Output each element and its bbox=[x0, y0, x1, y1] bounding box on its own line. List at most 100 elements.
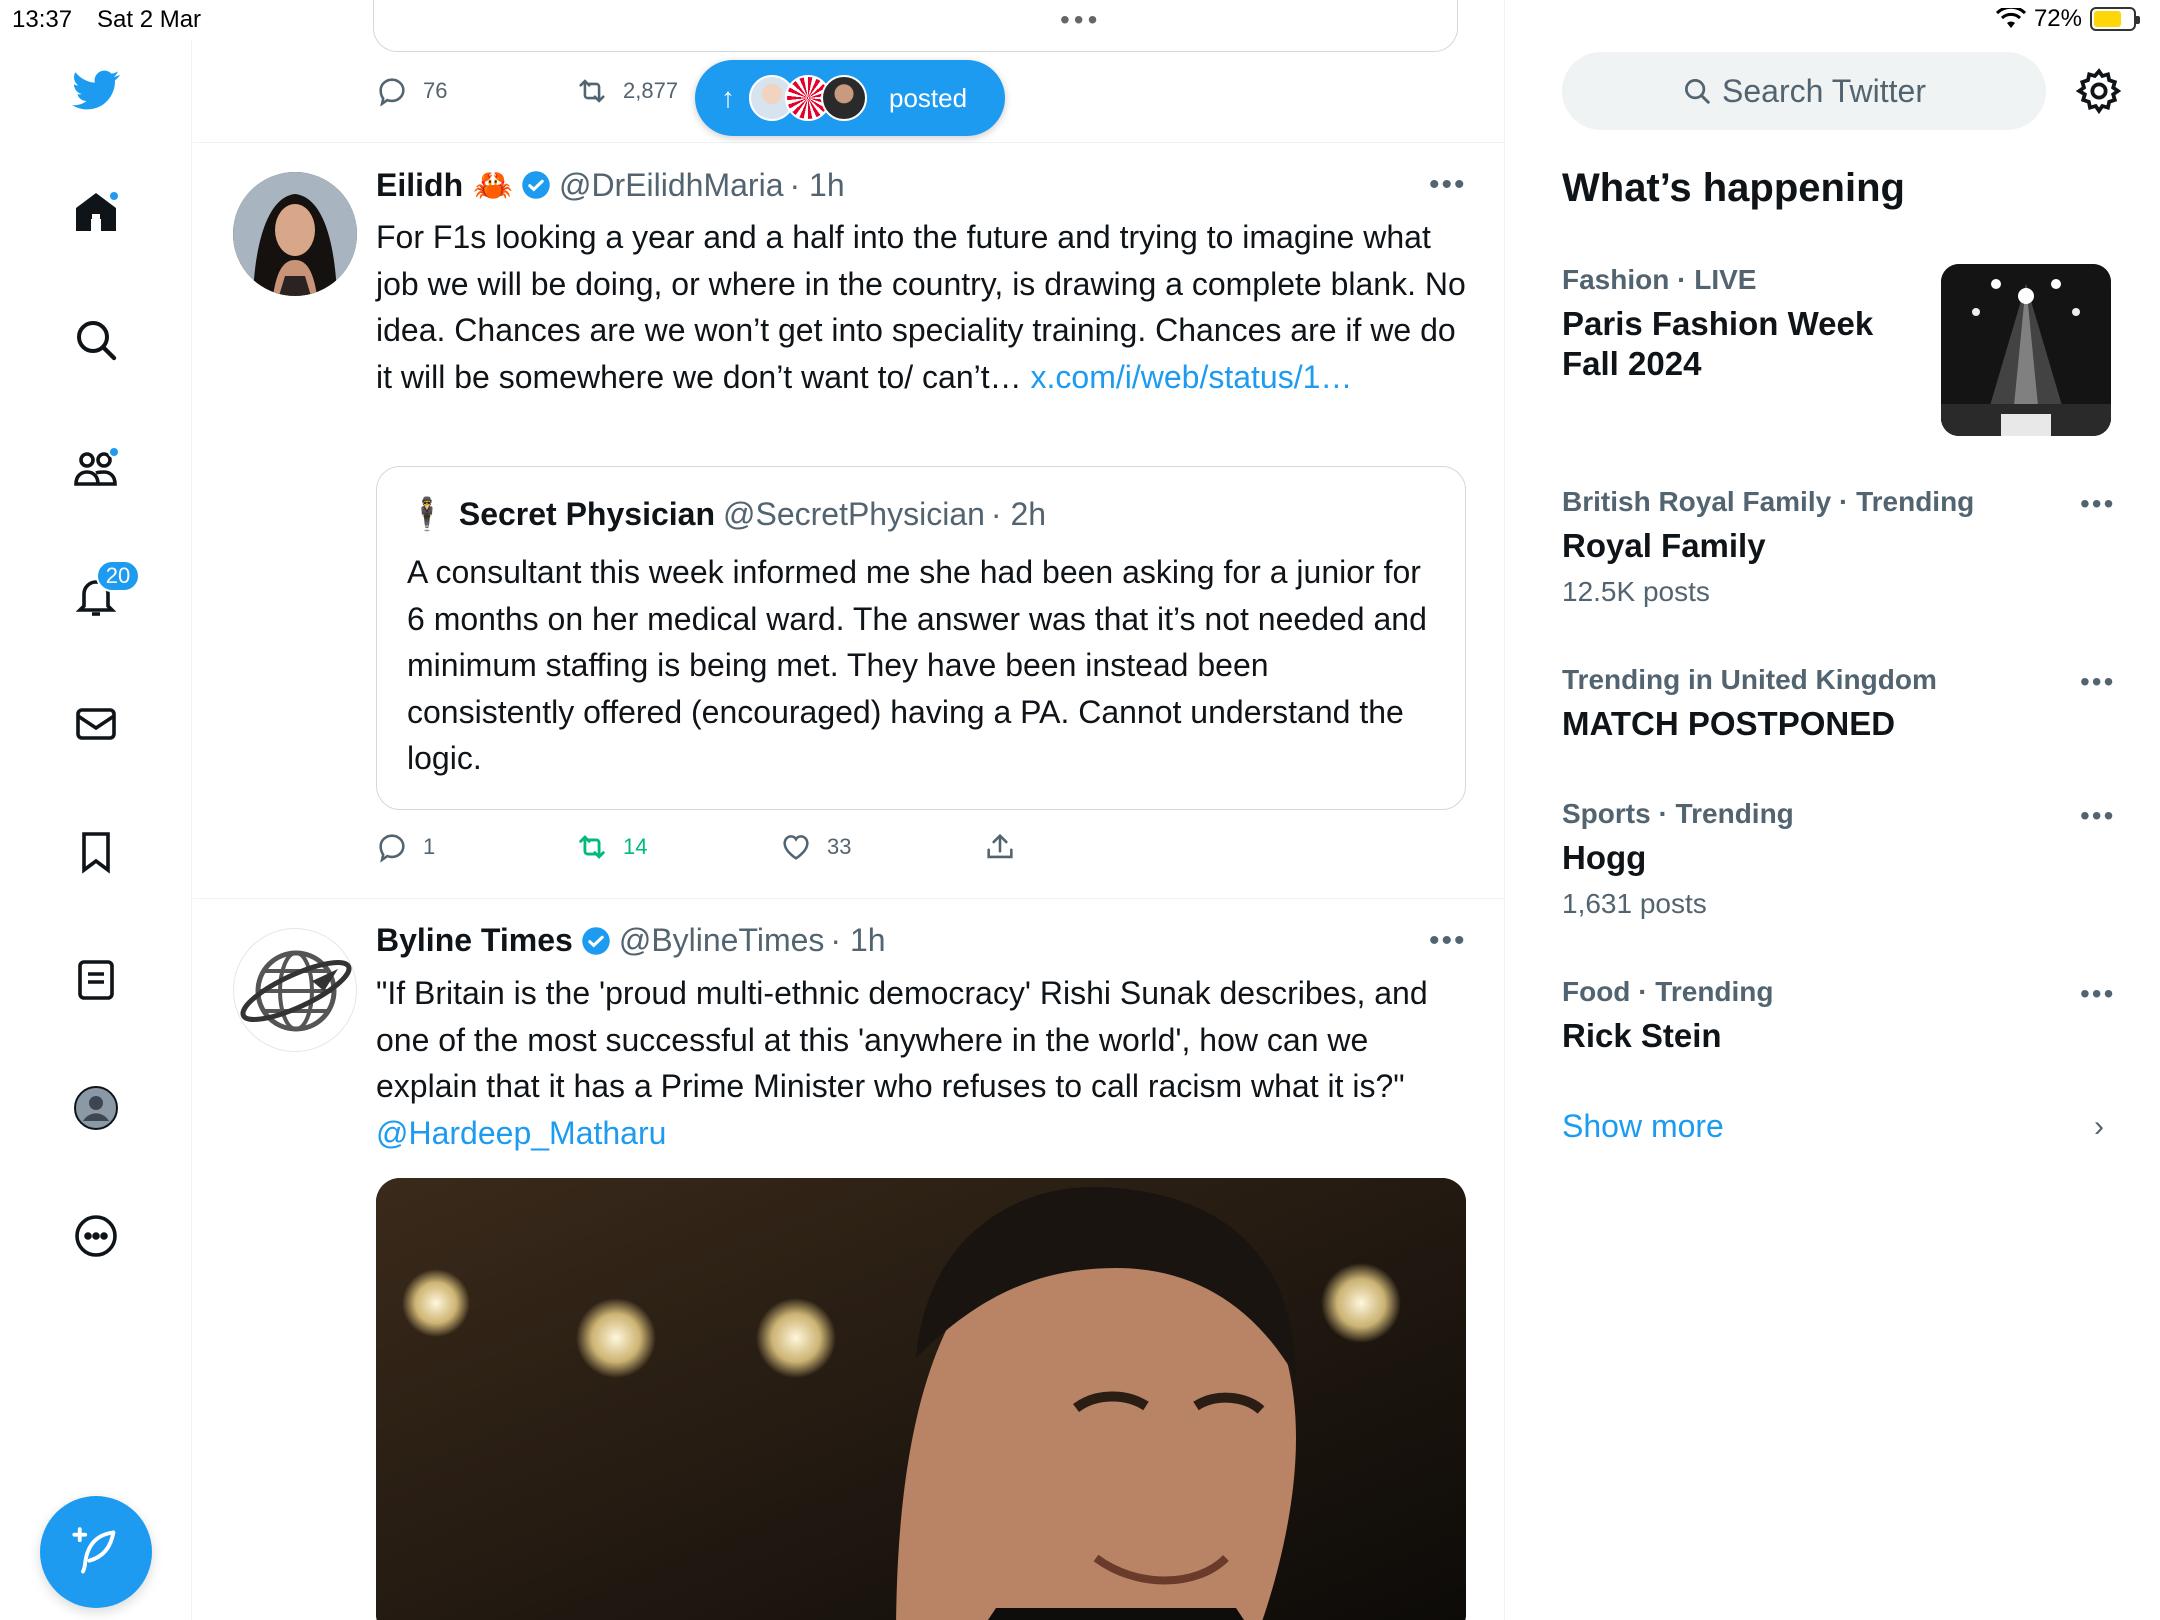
tweet-divider bbox=[193, 142, 1504, 143]
tweet-text: "If Britain is the 'proud multi-ethnic d… bbox=[376, 970, 1466, 1156]
tweet-header: Byline Times @BylineTimes · 1h bbox=[376, 922, 886, 959]
tweet-more-options-icon[interactable]: ••• bbox=[1429, 924, 1467, 958]
reply-button[interactable]: 1 bbox=[375, 830, 435, 864]
reply-button[interactable]: 76 bbox=[375, 74, 447, 108]
trend-more-options-icon[interactable]: ••• bbox=[2080, 488, 2115, 520]
retweet-count: 2,877 bbox=[623, 78, 679, 103]
trend-more-options-icon[interactable]: ••• bbox=[2080, 666, 2115, 698]
tweet-text: For F1s looking a year and a half into t… bbox=[376, 214, 1466, 400]
tweet-media-image[interactable] bbox=[376, 1178, 1466, 1620]
heart-icon bbox=[783, 835, 809, 860]
whats-happening-heading: What’s happening bbox=[1562, 166, 1905, 210]
retweet-icon bbox=[579, 835, 605, 859]
search-placeholder: Search Twitter bbox=[1722, 72, 1926, 109]
status-time: 13:37 bbox=[12, 6, 73, 33]
left-navigation: 20 bbox=[0, 40, 192, 1620]
tweet-author-name[interactable]: Eilidh bbox=[376, 167, 463, 204]
trend-title: Hogg bbox=[1562, 839, 1647, 876]
trend-post-count: 1,631 posts bbox=[1562, 888, 1707, 919]
trend-title: MATCH POSTPONED bbox=[1562, 705, 1896, 742]
search-twitter-input[interactable]: Search Twitter bbox=[1562, 52, 2046, 130]
reply-icon bbox=[379, 78, 405, 107]
tweet-mention-link[interactable]: @Hardeep_Matharu bbox=[376, 1115, 666, 1151]
previous-tweet-card-edge bbox=[373, 0, 1458, 52]
new-posts-label: posted bbox=[889, 82, 968, 113]
new-posts-pill-button[interactable]: ↑ posted bbox=[695, 60, 1005, 136]
trend-thumbnail-image[interactable] bbox=[1941, 264, 2111, 436]
trend-item[interactable]: British Royal Family · Trending Royal Fa… bbox=[1562, 486, 2122, 608]
levitating-man-emoji-icon: 🕴 bbox=[407, 496, 447, 532]
reply-count: 1 bbox=[423, 834, 436, 859]
tweet-header: Eilidh 🦀 @DrEilidhMaria · 1h bbox=[376, 166, 845, 204]
retweet-button[interactable]: 2,877 bbox=[575, 74, 678, 108]
tweet-timestamp[interactable]: · 1h bbox=[830, 922, 885, 959]
quoted-tweet-header: 🕴 Secret Physician @SecretPhysician · 2h bbox=[407, 495, 1046, 533]
more-options-icon[interactable] bbox=[66, 1206, 126, 1266]
trend-category: Sports · Trending bbox=[1562, 798, 1794, 829]
messages-envelope-icon[interactable] bbox=[66, 694, 126, 754]
share-button[interactable] bbox=[983, 830, 1017, 864]
twitter-logo-icon[interactable] bbox=[66, 60, 126, 120]
tweet-link[interactable]: x.com/i/web/status/1… bbox=[1031, 359, 1353, 395]
quoted-tweet-card[interactable]: 🕴 Secret Physician @SecretPhysician · 2h… bbox=[376, 466, 1466, 810]
explore-search-icon[interactable] bbox=[66, 310, 126, 370]
communities-unread-dot bbox=[108, 446, 120, 458]
show-more-link[interactable]: Show more bbox=[1562, 1108, 1724, 1145]
trend-category: Fashion · LIVE bbox=[1562, 264, 1757, 295]
trend-title: Rick Stein bbox=[1562, 1017, 1722, 1054]
status-date: Sat 2 Mar bbox=[97, 6, 202, 33]
trend-item[interactable]: Food · Trending Rick Stein bbox=[1562, 976, 2122, 1056]
crab-emoji-icon: 🦀 bbox=[473, 167, 513, 203]
trend-title: Paris Fashion Week Fall 2024 bbox=[1562, 305, 1874, 382]
poster-avatar bbox=[821, 75, 867, 121]
tweet-more-options-icon[interactable]: ••• bbox=[1429, 168, 1467, 202]
profile-avatar-icon[interactable] bbox=[66, 1078, 126, 1138]
verified-badge-icon bbox=[582, 926, 610, 955]
like-button[interactable]: 33 bbox=[779, 830, 851, 864]
trend-post-count: 12.5K posts bbox=[1562, 576, 1710, 607]
tweet-author-name[interactable]: Byline Times bbox=[376, 922, 573, 959]
tweet-author-handle[interactable]: @DrEilidhMaria bbox=[559, 167, 784, 204]
search-icon bbox=[1685, 79, 1710, 104]
home-unread-dot bbox=[108, 190, 120, 202]
compose-tweet-button[interactable] bbox=[40, 1496, 152, 1608]
verified-badge-icon bbox=[522, 171, 550, 199]
quoted-timestamp: · 2h bbox=[990, 495, 1047, 532]
trend-category: British Royal Family · Trending bbox=[1562, 486, 1975, 517]
bookmarks-icon[interactable] bbox=[66, 822, 126, 882]
tweet-text-body: "If Britain is the 'proud multi-ethnic d… bbox=[376, 975, 1428, 1104]
notifications-badge: 20 bbox=[96, 560, 140, 592]
chevron-right-icon: › bbox=[2094, 1110, 2104, 1143]
right-sidebar: Search Twitter What’s happening Fashion … bbox=[1506, 0, 2160, 1620]
home-timeline: 76 2,877 ↑ posted Eilidh 🦀 @DrEilidhMari… bbox=[193, 0, 1505, 1620]
quoted-author-name: Secret Physician bbox=[458, 495, 715, 532]
feather-plus-icon bbox=[72, 1527, 116, 1574]
quoted-tweet-text: A consultant this week informed me she h… bbox=[407, 554, 1427, 776]
tweet-author-handle[interactable]: @BylineTimes bbox=[619, 922, 825, 959]
like-count: 33 bbox=[827, 834, 852, 859]
lists-icon[interactable] bbox=[66, 950, 126, 1010]
arrow-up-icon: ↑ bbox=[721, 82, 735, 113]
trend-category: Food · Trending bbox=[1562, 976, 1774, 1007]
tweet-author-avatar[interactable] bbox=[233, 928, 357, 1052]
home-icon[interactable] bbox=[66, 182, 126, 242]
share-icon bbox=[987, 833, 1013, 859]
tweet-author-avatar[interactable] bbox=[233, 172, 357, 296]
notifications-bell-icon[interactable]: 20 bbox=[66, 560, 140, 626]
communities-icon[interactable] bbox=[66, 438, 126, 498]
quoted-author-handle: @SecretPhysician bbox=[722, 495, 985, 532]
trend-item[interactable]: Sports · Trending Hogg 1,631 posts bbox=[1562, 798, 2122, 920]
tweet-divider bbox=[193, 898, 1504, 899]
trend-item[interactable]: Trending in United Kingdom MATCH POSTPON… bbox=[1562, 664, 2122, 744]
trend-more-options-icon[interactable]: ••• bbox=[2080, 800, 2115, 832]
trend-title: Royal Family bbox=[1562, 527, 1766, 564]
retweet-icon bbox=[579, 79, 605, 103]
trend-more-options-icon[interactable]: ••• bbox=[2080, 978, 2115, 1010]
reply-icon bbox=[379, 834, 405, 863]
tweet-timestamp[interactable]: · 1h bbox=[789, 167, 844, 204]
settings-gear-icon[interactable] bbox=[2074, 66, 2124, 116]
retweet-button[interactable]: 14 bbox=[575, 830, 647, 864]
trend-category: Trending in United Kingdom bbox=[1562, 664, 1937, 695]
retweet-count: 14 bbox=[623, 834, 648, 859]
reply-count: 76 bbox=[423, 78, 448, 103]
